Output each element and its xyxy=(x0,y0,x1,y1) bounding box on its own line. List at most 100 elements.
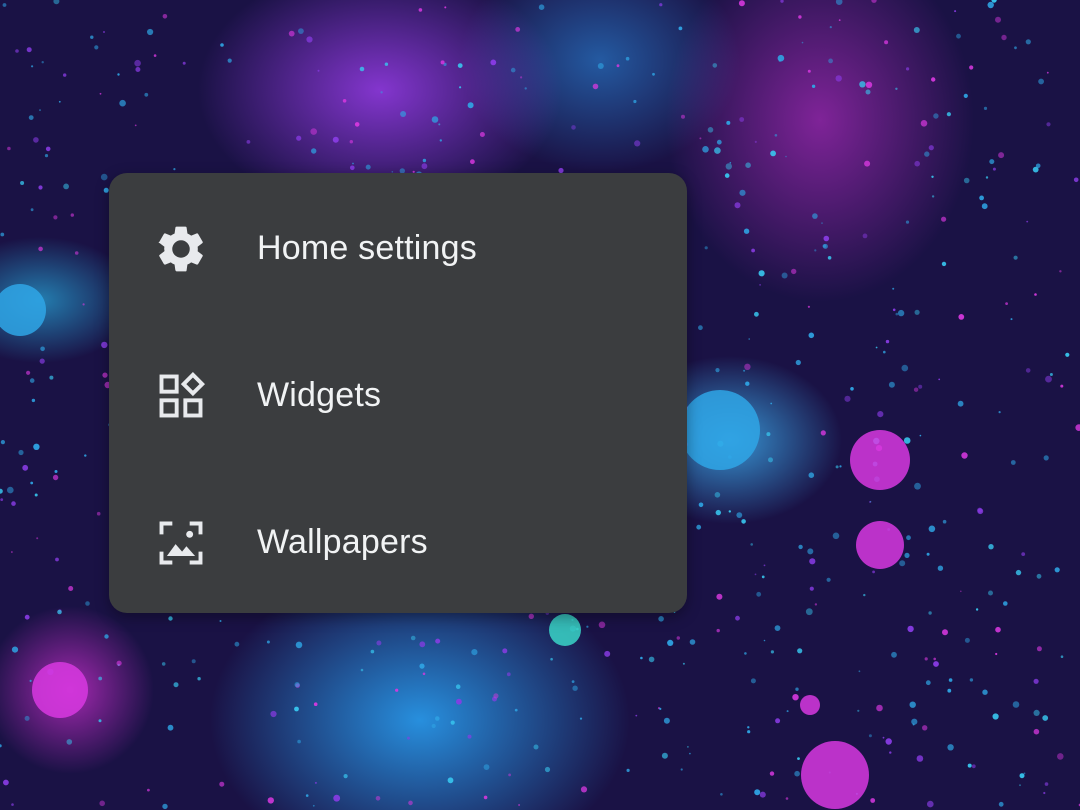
wallpaper-speckle xyxy=(1045,375,1052,383)
wallpaper-speckle xyxy=(743,369,746,372)
wallpaper-speckle xyxy=(66,739,73,745)
wallpaper-speckle xyxy=(736,512,743,518)
wallpaper-speckle xyxy=(661,752,668,759)
wallpaper-speckle xyxy=(785,797,789,800)
wallpaper-speckle xyxy=(913,27,920,33)
wallpaper-speckle xyxy=(989,159,995,165)
wallpaper-speckle xyxy=(134,124,137,127)
wallpaper-speckle xyxy=(988,590,993,596)
wallpaper-speckle xyxy=(933,657,936,661)
wallpaper-speckle xyxy=(948,678,953,682)
wallpaper-speckle xyxy=(960,590,962,593)
wallpaper-speckle xyxy=(835,75,842,82)
wallpaper-speckle xyxy=(967,763,972,768)
wallpaper-speckle xyxy=(963,93,968,98)
menu-item-wallpapers[interactable]: Wallpapers xyxy=(109,469,687,616)
wallpaper-speckle xyxy=(766,432,771,437)
wallpaper-speckle xyxy=(24,715,30,721)
wallpaper-speckle xyxy=(26,370,31,375)
wallpaper-speckle xyxy=(768,457,773,463)
wallpaper-speckle xyxy=(741,519,746,524)
wallpaper-speckle xyxy=(882,736,885,739)
wallpaper-speckle xyxy=(1043,791,1046,795)
wallpaper-speckle xyxy=(99,92,102,95)
home-long-press-menu: Home settings Widgets Wallpapers xyxy=(109,173,687,613)
wallpaper-speckle xyxy=(648,656,655,663)
wallpaper-speckle xyxy=(421,163,428,170)
wallpaper-speckle xyxy=(1003,601,1008,606)
wallpaper-speckle xyxy=(924,657,928,661)
wallpaper-speckle xyxy=(995,652,998,656)
wallpaper-speckle xyxy=(153,54,157,57)
wallpaper-speckle xyxy=(992,713,999,720)
wallpaper-speckle xyxy=(288,30,295,37)
wallpaper-speckle xyxy=(678,26,683,31)
wallpaper-speckle xyxy=(785,155,787,158)
wallpaper-speckle xyxy=(24,614,30,620)
wallpaper-speckle xyxy=(30,208,34,212)
wallpaper-speckle xyxy=(34,493,38,497)
wallpaper-paint-blob xyxy=(850,430,910,490)
wallpaper-speckle xyxy=(508,773,511,777)
wallpaper-speckle xyxy=(168,616,173,621)
wallpaper-speckle xyxy=(897,309,905,317)
wallpaper-paint-blob xyxy=(680,390,760,470)
wallpaper-speckle xyxy=(759,791,766,798)
wallpaper-speckle xyxy=(792,694,799,701)
wallpaper-paint-blob xyxy=(549,614,581,646)
wallpaper-speckle xyxy=(57,609,62,615)
wallpaper-speckle xyxy=(756,591,762,597)
wallpaper-speckle xyxy=(294,706,299,712)
wallpaper-speckle xyxy=(7,486,14,494)
wallpaper-speckle xyxy=(70,213,75,217)
wallpaper-speckle xyxy=(1021,552,1026,556)
wallpaper-speckle xyxy=(119,99,126,107)
wallpaper-speckle xyxy=(872,570,875,574)
wallpaper-speckle xyxy=(770,150,776,157)
wallpaper-speckle xyxy=(1075,424,1080,431)
wallpaper-speckle xyxy=(471,649,478,656)
wallpaper-speckle xyxy=(435,716,440,721)
wallpaper-speckle xyxy=(947,688,952,693)
wallpaper-speckle xyxy=(977,508,984,515)
wallpaper-speckle xyxy=(914,160,920,167)
wallpaper-speckle xyxy=(2,3,7,7)
wallpaper-speckle xyxy=(774,134,778,137)
menu-item-home-settings[interactable]: Home settings xyxy=(109,175,687,322)
wallpaper-speckle xyxy=(667,639,674,647)
wallpaper-speckle xyxy=(946,112,952,117)
wallpaper-speckle xyxy=(579,717,583,720)
wallpaper-speckle xyxy=(758,270,765,277)
wallpaper-speckle xyxy=(53,0,60,5)
wallpaper-speckle xyxy=(808,472,815,479)
wallpaper-speckle xyxy=(811,84,816,89)
wallpaper-speckle xyxy=(812,213,818,219)
wallpaper-speckle xyxy=(63,183,69,190)
wallpaper-speckle xyxy=(807,548,814,555)
wallpaper-speckle xyxy=(839,465,842,468)
wallpaper-speckle xyxy=(916,755,924,762)
wallpaper-speckle xyxy=(1036,646,1042,652)
wallpaper-speckle xyxy=(1060,384,1064,388)
wallpaper-speckle xyxy=(375,796,381,801)
wallpaper-speckle xyxy=(1023,772,1026,775)
wallpaper-speckle xyxy=(3,779,9,786)
wallpaper-speckle xyxy=(365,164,371,170)
wallpaper-speckle xyxy=(877,411,884,418)
wallpaper-speckle xyxy=(745,162,751,168)
wallpaper-speckle xyxy=(770,650,775,654)
wallpaper-speckle xyxy=(829,26,832,29)
wallpaper-speckle xyxy=(41,61,44,64)
wallpaper-speckle xyxy=(865,89,871,95)
wallpaper-speckle xyxy=(533,744,539,750)
wallpaper-speckle xyxy=(418,8,423,12)
wallpaper-speckle xyxy=(942,519,947,524)
menu-item-widgets[interactable]: Widgets xyxy=(109,322,687,469)
wallpaper-speckle xyxy=(117,73,120,76)
wallpaper-speckle xyxy=(933,661,939,667)
wallpaper-paint-blob xyxy=(801,741,869,809)
wallpaper-speckle xyxy=(924,151,930,157)
wallpaper-speckle xyxy=(410,635,416,641)
wallpaper-speckle xyxy=(826,577,831,582)
wallpaper-speckle xyxy=(270,710,277,718)
